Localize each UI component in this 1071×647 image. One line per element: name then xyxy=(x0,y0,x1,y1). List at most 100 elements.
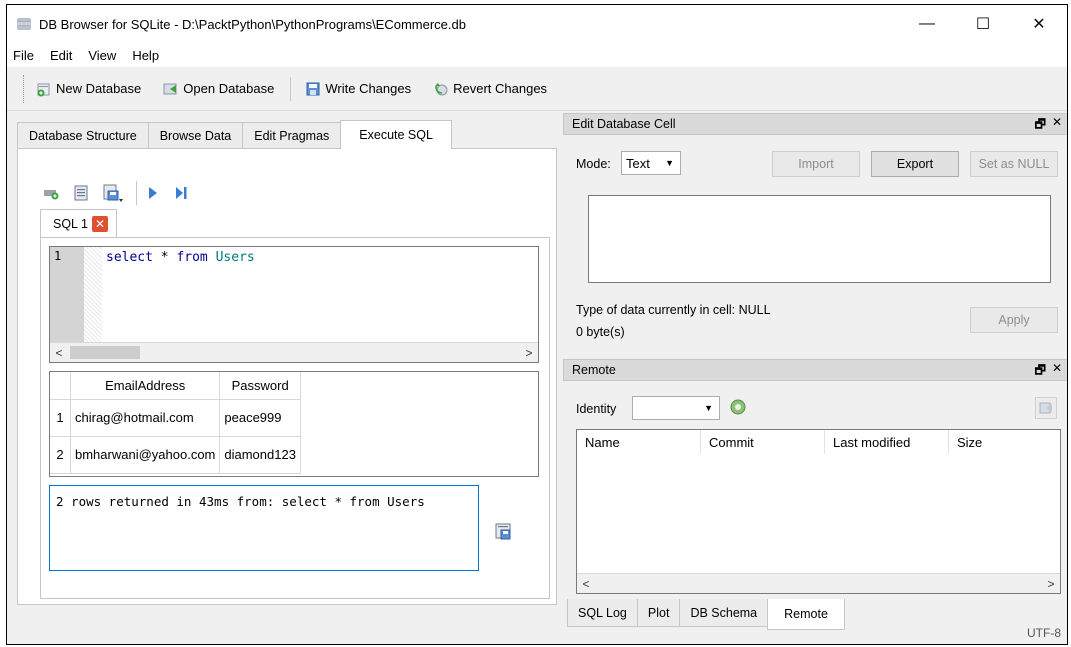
remote-title: Remote xyxy=(572,363,616,377)
edit-cell-title: Edit Database Cell xyxy=(572,117,676,131)
dropdown-arrow-icon: ▼ xyxy=(704,403,713,413)
close-dock-icon[interactable]: ✕ xyxy=(1052,115,1062,136)
fold-margin xyxy=(84,247,102,343)
write-changes-label: Write Changes xyxy=(325,81,412,96)
column-header-emailaddress[interactable]: EmailAddress xyxy=(69,372,221,400)
set-as-null-button[interactable]: Set as NULL xyxy=(970,151,1058,177)
column-header-last-modified[interactable]: Last modified xyxy=(825,430,949,454)
scroll-left-arrow[interactable]: < xyxy=(577,574,595,593)
minimize-button[interactable]: — xyxy=(899,5,955,43)
tab-database-structure[interactable]: Database Structure xyxy=(17,122,149,149)
encoding-status: UTF-8 xyxy=(1027,626,1061,640)
menu-help[interactable]: Help xyxy=(124,48,167,63)
line-number: 1 xyxy=(54,249,62,263)
column-header-size[interactable]: Size xyxy=(949,430,1059,454)
menu-view[interactable]: View xyxy=(80,48,124,63)
mode-select[interactable]: Text ▼ xyxy=(621,151,681,175)
write-changes-button[interactable]: Write Changes xyxy=(299,78,417,100)
cell-type-info: Type of data currently in cell: NULL xyxy=(576,303,771,317)
menu-file[interactable]: File xyxy=(7,48,42,63)
execute-all-button[interactable] xyxy=(145,185,161,201)
remote-file-tree[interactable]: Name Commit Last modified Size < > xyxy=(576,429,1061,594)
scroll-left-arrow[interactable]: < xyxy=(50,343,68,362)
close-button[interactable]: ✕ xyxy=(1011,5,1067,43)
new-database-icon xyxy=(37,83,50,96)
play-icon xyxy=(149,187,157,199)
sql-editor-tabs: SQL 1 ✕ xyxy=(40,209,117,237)
new-database-button[interactable]: New Database xyxy=(30,78,147,100)
mode-label: Mode: xyxy=(576,157,611,171)
execute-current-line-button[interactable] xyxy=(173,185,189,201)
tab-sql-log[interactable]: SQL Log xyxy=(567,599,638,627)
keyword-from: from xyxy=(176,250,208,265)
tab-browse-data[interactable]: Browse Data xyxy=(147,122,244,149)
table-row: 1 chirag@hotmail.com peace999 xyxy=(50,398,301,437)
remote-dock-controls: 🗗 ✕ xyxy=(1035,361,1062,382)
push-database-button[interactable] xyxy=(1035,397,1057,419)
table-name: Users xyxy=(215,250,255,265)
corner-cell[interactable] xyxy=(50,372,71,400)
line-number-gutter: 1 xyxy=(50,247,84,343)
column-header-commit[interactable]: Commit xyxy=(701,430,825,454)
save-results-button[interactable] xyxy=(495,523,513,544)
tab-execute-sql[interactable]: Execute SQL xyxy=(340,120,452,149)
toolbar-grip[interactable] xyxy=(23,74,26,103)
scroll-right-arrow[interactable]: > xyxy=(1042,574,1060,593)
column-header-name[interactable]: Name xyxy=(577,430,701,454)
menu-edit[interactable]: Edit xyxy=(42,48,80,63)
maximize-button[interactable]: ☐ xyxy=(955,5,1011,43)
results-grid: EmailAddress Password 1 chirag@hotmail.c… xyxy=(49,371,539,477)
new-database-label: New Database xyxy=(56,81,142,96)
apply-button[interactable]: Apply xyxy=(970,307,1058,333)
sql-tab-label: SQL 1 xyxy=(53,216,88,231)
main-toolbar: New Database Open Database Write Changes… xyxy=(7,67,1067,111)
close-dock-icon[interactable]: ✕ xyxy=(1052,361,1062,382)
float-dock-icon[interactable]: 🗗 xyxy=(1035,115,1046,136)
menu-bar: File Edit View Help xyxy=(7,43,1067,67)
scroll-thumb[interactable] xyxy=(70,346,140,359)
import-button[interactable]: Import xyxy=(772,151,860,177)
remote-tree-header: Name Commit Last modified Size xyxy=(577,430,1059,454)
open-sql-file-icon xyxy=(74,185,88,201)
close-tab-icon[interactable]: ✕ xyxy=(91,215,108,232)
cell-password[interactable]: peace999 xyxy=(219,398,301,437)
remote-horizontal-scrollbar[interactable]: < > xyxy=(577,573,1060,593)
revert-changes-button[interactable]: Revert Changes xyxy=(427,78,553,100)
open-sql-file-button[interactable] xyxy=(72,184,90,202)
export-button[interactable]: Export xyxy=(871,151,959,177)
table-row: 2 bmharwani@yahoo.com diamond123 xyxy=(50,435,301,474)
execute-sql-page: SQL 1 ✕ 1 select * from Users < > EmailA… xyxy=(17,148,557,605)
row-number[interactable]: 2 xyxy=(50,435,71,474)
tab-remote[interactable]: Remote xyxy=(767,599,845,630)
editor-horizontal-scrollbar[interactable]: < > xyxy=(50,342,538,362)
cell-size-info: 0 byte(s) xyxy=(576,325,625,339)
cell-editor[interactable] xyxy=(588,195,1051,283)
main-tabs: Database Structure Browse Data Edit Prag… xyxy=(17,120,452,149)
save-sql-file-button[interactable] xyxy=(102,183,124,203)
scroll-right-arrow[interactable]: > xyxy=(520,343,538,362)
identity-settings-button[interactable] xyxy=(727,396,751,420)
open-tab-button[interactable] xyxy=(42,184,60,202)
dock-tabs: SQL Log Plot DB Schema Remote xyxy=(567,599,845,630)
column-header-password[interactable]: Password xyxy=(219,372,301,400)
revert-changes-label: Revert Changes xyxy=(453,81,548,96)
tab-sql-1[interactable]: SQL 1 ✕ xyxy=(40,209,117,237)
edit-cell-dock-header: Edit Database Cell 🗗 ✕ xyxy=(563,113,1067,136)
app-window: DB Browser for SQLite - D:\PacktPython\P… xyxy=(6,4,1068,645)
window-controls: — ☐ ✕ xyxy=(899,5,1067,43)
row-number[interactable]: 1 xyxy=(50,398,71,437)
tab-edit-pragmas[interactable]: Edit Pragmas xyxy=(242,122,342,149)
tab-db-schema[interactable]: DB Schema xyxy=(679,599,769,627)
cell-email[interactable]: bmharwani@yahoo.com xyxy=(69,435,221,474)
float-dock-icon[interactable]: 🗗 xyxy=(1035,361,1046,382)
query-message-box[interactable]: 2 rows returned in 43ms from: select * f… xyxy=(49,485,479,571)
tab-plot[interactable]: Plot xyxy=(636,599,681,627)
identity-select[interactable]: ▼ xyxy=(632,396,720,420)
cell-password[interactable]: diamond123 xyxy=(219,435,301,474)
save-sql-file-icon xyxy=(103,184,123,202)
sql-editor[interactable]: 1 select * from Users < > xyxy=(49,246,539,363)
open-database-button[interactable]: Open Database xyxy=(157,78,280,100)
cell-email[interactable]: chirag@hotmail.com xyxy=(69,398,221,437)
table-header-row: EmailAddress Password xyxy=(50,372,301,400)
results-table: EmailAddress Password 1 chirag@hotmail.c… xyxy=(50,372,301,474)
